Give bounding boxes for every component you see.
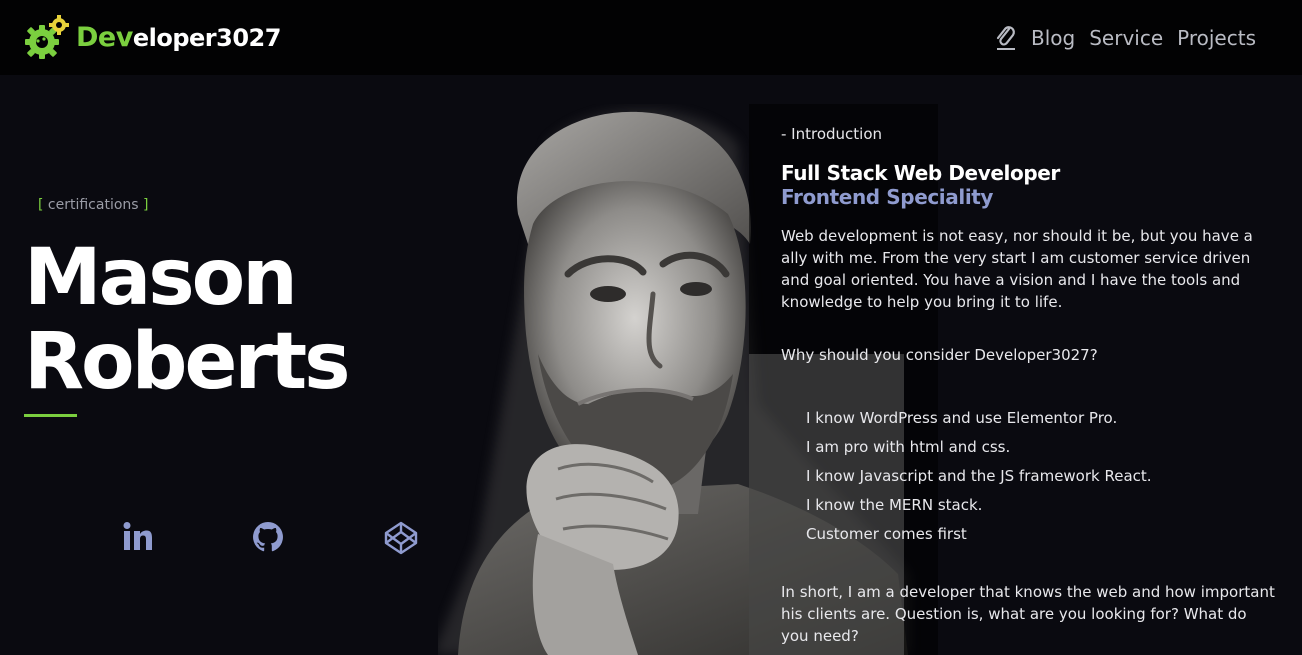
intro-headline: Full Stack Web Developer [781, 161, 1060, 185]
name-underline-divider [24, 414, 77, 417]
list-item: I know the MERN stack. [806, 496, 983, 514]
paperclip-icon[interactable] [995, 25, 1017, 51]
nav-link-blog[interactable]: Blog [1031, 24, 1075, 52]
linkedin-icon [123, 522, 152, 550]
list-item: I know WordPress and use Elementor Pro. [806, 409, 1118, 427]
github-icon [253, 522, 283, 552]
top-navbar: Developer3027 Blog Service Projects [0, 0, 1302, 75]
nav-link-projects[interactable]: Projects [1177, 24, 1256, 52]
brand-wordmark-accent: Dev [76, 22, 133, 53]
intro-subhead: Frontend Speciality [781, 185, 994, 209]
list-item: I know Javascript and the JS framework R… [806, 467, 1152, 485]
certifications-link[interactable]: [ certifications ] [38, 197, 149, 213]
codepen-link[interactable] [383, 520, 419, 556]
intro-paragraph-2: Why should you consider Developer3027? [781, 346, 1098, 364]
github-link[interactable] [251, 520, 285, 554]
main-nav: Blog Service Projects [995, 24, 1256, 52]
brand-home-link[interactable]: Developer3027 [22, 14, 281, 62]
list-item: I am pro with html and css. [806, 438, 1011, 456]
intro-paragraph-3: In short, I am a developer that knows th… [781, 583, 1275, 645]
intro-label: - Introduction [781, 125, 883, 143]
skills-list: I know WordPress and use Elementor Pro. … [806, 404, 1152, 549]
hero-first-name: Mason [24, 233, 298, 323]
hero-last-name: Roberts [24, 317, 351, 407]
certifications-label: certifications [47, 197, 139, 213]
list-item: Customer comes first [806, 525, 967, 543]
intro-paragraph-1: Web development is not easy, nor should … [781, 227, 1253, 311]
codepen-icon [384, 521, 418, 555]
hero-name: Mason Roberts [24, 233, 351, 407]
nav-link-service[interactable]: Service [1089, 24, 1163, 52]
gear-logo-icon [25, 15, 69, 59]
linkedin-link[interactable] [121, 520, 155, 554]
brand-wordmark: Developer3027 [76, 14, 281, 62]
certifications-bracket-close: ] [138, 197, 149, 213]
brand-wordmark-rest: eloper3027 [132, 24, 282, 52]
certifications-bracket-open: [ [38, 197, 48, 213]
